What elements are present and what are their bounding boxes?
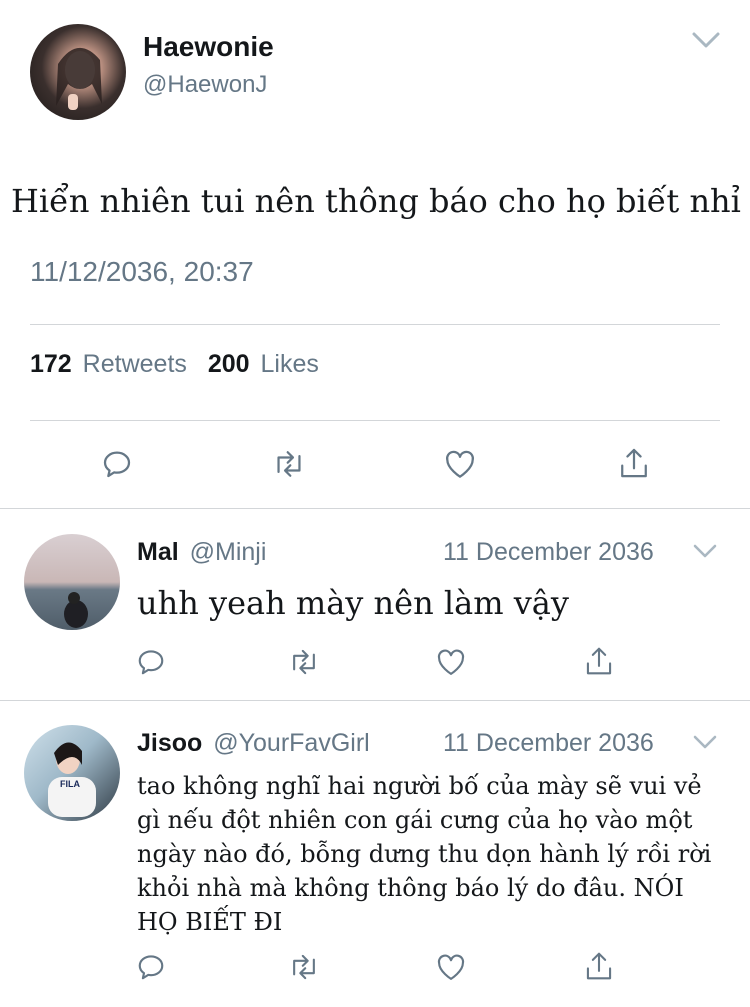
engagement-stats: 172 Retweets 200 Likes <box>30 350 319 379</box>
chevron-down-icon[interactable] <box>690 540 720 562</box>
share-icon[interactable] <box>614 443 654 483</box>
retweet-icon[interactable] <box>269 444 309 484</box>
avatar[interactable] <box>24 534 120 630</box>
retweets-label[interactable]: Retweets <box>83 350 187 378</box>
reply-header: Jisoo @YourFavGirl <box>137 729 370 758</box>
heart-icon[interactable] <box>440 444 480 484</box>
divider <box>0 508 750 509</box>
tweet-text: Hiển nhiên tui nên thông báo cho họ biết… <box>11 182 741 220</box>
reply-date[interactable]: 11 December 2036 <box>443 729 654 758</box>
likes-label[interactable]: Likes <box>261 350 319 378</box>
chevron-down-icon[interactable] <box>686 26 726 54</box>
reply-icon[interactable] <box>132 643 170 681</box>
avatar[interactable]: FILA <box>24 725 120 821</box>
display-name[interactable]: Haewonie <box>143 31 274 63</box>
reply-header: Mal @Minji <box>137 538 266 567</box>
retweet-icon[interactable] <box>285 643 323 681</box>
handle[interactable]: @Minji <box>190 538 267 566</box>
divider <box>30 420 720 421</box>
reply-text: uhh yeah mày nên làm vậy <box>137 584 569 622</box>
display-name[interactable]: Jisoo <box>137 729 202 757</box>
likes-count[interactable]: 200 <box>208 350 250 378</box>
profile-photo-icon <box>64 592 88 628</box>
timestamp[interactable]: 11/12/2036, 20:37 <box>30 256 254 288</box>
reply-text: tao không nghĩ hai người bố của mày sẽ v… <box>137 772 712 936</box>
heart-icon[interactable] <box>432 643 470 681</box>
handle[interactable]: @YourFavGirl <box>213 729 369 757</box>
retweet-icon[interactable] <box>285 948 323 986</box>
display-name[interactable]: Mal <box>137 538 179 566</box>
share-icon[interactable] <box>580 947 618 985</box>
handle[interactable]: @HaewonJ <box>143 71 267 99</box>
reply-icon[interactable] <box>132 948 170 986</box>
avatar[interactable] <box>30 24 126 120</box>
share-icon[interactable] <box>580 642 618 680</box>
divider <box>0 700 750 701</box>
avatar-logo: FILA <box>60 779 80 789</box>
reply-icon[interactable] <box>97 444 137 484</box>
heart-icon[interactable] <box>432 948 470 986</box>
divider <box>30 324 720 325</box>
profile-photo-icon: FILA <box>48 742 96 817</box>
retweets-count[interactable]: 172 <box>30 350 72 378</box>
profile-photo-icon <box>56 47 102 110</box>
chevron-down-icon[interactable] <box>690 731 720 753</box>
reply-date[interactable]: 11 December 2036 <box>443 538 654 567</box>
